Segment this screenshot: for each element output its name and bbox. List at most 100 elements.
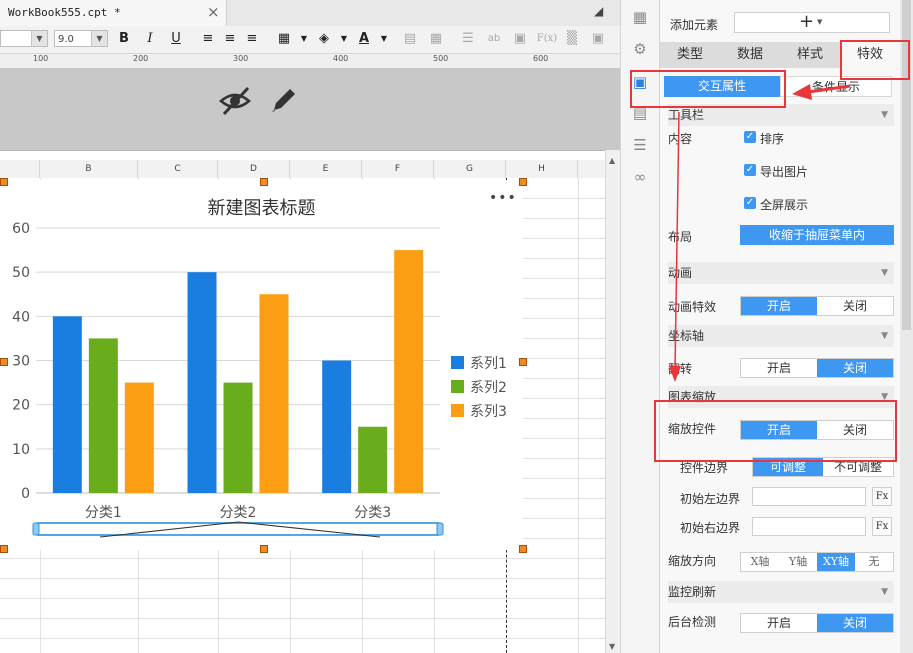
- resize-handle[interactable]: [0, 178, 8, 186]
- bar: [259, 294, 289, 493]
- bar-chart[interactable]: 新建图表标题 ••• 0 10 20 30 40 50 60 分类1 分类2 分类3 系列1 系列…: [0, 180, 523, 550]
- zoom-dir-xy-option[interactable]: XY轴: [817, 553, 855, 571]
- flip-on-option[interactable]: 开启: [741, 359, 817, 377]
- picture-icon[interactable]: ▣: [590, 31, 606, 47]
- align-center-icon[interactable]: ≡: [222, 31, 238, 47]
- resize-handle[interactable]: [0, 358, 8, 366]
- zoom-direction-toggle[interactable]: X轴 Y轴 XY轴 无: [740, 552, 894, 572]
- condition-icon[interactable]: ☰: [631, 136, 649, 154]
- hide-eye-icon[interactable]: [218, 84, 252, 118]
- add-element-button[interactable]: + ▼: [734, 11, 890, 33]
- background-check-toggle[interactable]: 开启 关闭: [740, 613, 894, 633]
- cell-properties-icon[interactable]: ▦: [631, 8, 649, 26]
- close-tab-icon[interactable]: ×: [207, 3, 220, 21]
- table-icon[interactable]: ▦: [428, 31, 444, 47]
- checkbox-fullscreen-label: 全屏展示: [760, 198, 809, 212]
- zoom-dir-y-option[interactable]: Y轴: [779, 553, 817, 571]
- italic-button[interactable]: I: [142, 31, 158, 47]
- init-right-formula-button[interactable]: Fx: [872, 517, 892, 536]
- resize-handle[interactable]: [519, 358, 527, 366]
- animation-on-option[interactable]: 开启: [741, 297, 817, 315]
- bar: [358, 426, 388, 493]
- fill-color-icon[interactable]: ◈: [316, 31, 332, 47]
- formula-icon[interactable]: F(x): [536, 31, 558, 47]
- sheet-vertical-scrollbar[interactable]: ▲ ▼: [605, 150, 621, 653]
- tab-type[interactable]: 类型: [660, 42, 720, 68]
- underline-button[interactable]: U: [168, 31, 184, 47]
- resize-handle[interactable]: [519, 178, 527, 186]
- column-header-cell[interactable]: [0, 160, 40, 178]
- collapse-icon[interactable]: ▼: [881, 581, 888, 603]
- bg-check-off-option[interactable]: 关闭: [817, 614, 893, 632]
- flip-toggle[interactable]: 开启 关闭: [740, 358, 894, 378]
- chevron-down-icon[interactable]: ▼: [376, 31, 392, 47]
- bg-check-on-option[interactable]: 开启: [741, 614, 817, 632]
- ruler-label: 400: [333, 54, 349, 63]
- zoom-slider-track[interactable]: [35, 522, 441, 536]
- resize-handle[interactable]: [260, 545, 268, 553]
- cell-format-icon[interactable]: ⚙: [631, 40, 649, 58]
- scroll-down-icon[interactable]: ▼: [609, 642, 615, 651]
- document-tab-label: WorkBook555.cpt *: [8, 6, 121, 19]
- chart-icon[interactable]: ▒: [564, 31, 580, 47]
- zoom-range-slider[interactable]: [32, 521, 444, 538]
- bold-button[interactable]: B: [116, 31, 132, 47]
- column-header-cell[interactable]: F: [362, 160, 434, 178]
- column-header-cell[interactable]: B: [40, 160, 138, 178]
- section-axis[interactable]: 坐标轴 ▼: [668, 325, 894, 347]
- hyperlink-icon[interactable]: ∞: [631, 168, 649, 186]
- insert-row-icon[interactable]: ☰: [460, 31, 476, 47]
- layout-select[interactable]: 收缩于抽屉菜单内: [740, 225, 894, 245]
- align-right-icon[interactable]: ≡: [244, 31, 260, 47]
- font-family-select[interactable]: ▼: [0, 30, 48, 47]
- column-header-cell[interactable]: D: [218, 160, 290, 178]
- legend-swatch: [451, 356, 464, 369]
- tab-menu-icon[interactable]: ◢: [594, 4, 603, 18]
- section-title: 坐标轴: [668, 329, 705, 343]
- column-header-cell[interactable]: H: [506, 160, 578, 178]
- column-header-cell[interactable]: E: [290, 160, 362, 178]
- text-color-icon[interactable]: A: [356, 31, 372, 47]
- zoom-slider-left-handle[interactable]: [32, 522, 40, 536]
- tab-data[interactable]: 数据: [720, 42, 780, 68]
- zoom-dir-x-option[interactable]: X轴: [741, 553, 779, 571]
- resize-handle[interactable]: [0, 545, 8, 553]
- column-header-cell[interactable]: C: [138, 160, 218, 178]
- section-monitor-refresh[interactable]: 监控刷新 ▼: [668, 581, 894, 603]
- text-element-icon[interactable]: ab: [486, 31, 502, 47]
- scroll-up-icon[interactable]: ▲: [609, 156, 615, 165]
- legend-swatch: [451, 380, 464, 393]
- font-size-select[interactable]: 9.0 ▼: [54, 30, 108, 47]
- resize-handle[interactable]: [260, 178, 268, 186]
- document-tab[interactable]: WorkBook555.cpt * ×: [0, 0, 227, 26]
- flip-off-option[interactable]: 关闭: [817, 359, 893, 377]
- border-icon[interactable]: ▦: [276, 31, 292, 47]
- edit-pencil-icon[interactable]: [268, 84, 300, 116]
- ruler-label: 600: [533, 54, 549, 63]
- checkbox-sort[interactable]: ✓: [744, 131, 756, 143]
- chevron-down-icon[interactable]: ▼: [296, 31, 312, 47]
- chevron-down-icon[interactable]: ▼: [336, 31, 352, 47]
- checkbox-export-image[interactable]: ✓: [744, 164, 756, 176]
- zoom-dir-none-option[interactable]: 无: [855, 553, 893, 571]
- collapse-icon[interactable]: ▼: [881, 262, 888, 284]
- init-left-formula-button[interactable]: Fx: [872, 487, 892, 506]
- collapse-icon[interactable]: ▼: [881, 104, 888, 126]
- collapse-icon[interactable]: ▼: [881, 325, 888, 347]
- horizontal-ruler: 100 200 300 400 500 600: [0, 54, 620, 69]
- ruler-label: 200: [133, 54, 149, 63]
- image-element-icon[interactable]: ▣: [512, 31, 528, 47]
- section-animation[interactable]: 动画 ▼: [668, 262, 894, 284]
- ruler-label: 500: [433, 54, 449, 63]
- init-left-input[interactable]: [752, 487, 866, 506]
- animation-toggle[interactable]: 开启 关闭: [740, 296, 894, 316]
- animation-off-option[interactable]: 关闭: [817, 297, 893, 315]
- align-left-icon[interactable]: ≡: [200, 31, 216, 47]
- column-header-cell[interactable]: G: [434, 160, 506, 178]
- checkbox-fullscreen[interactable]: ✓: [744, 197, 756, 209]
- merge-cells-icon[interactable]: ▤: [402, 31, 418, 47]
- zoom-slider-right-handle[interactable]: [436, 522, 444, 536]
- resize-handle[interactable]: [519, 545, 527, 553]
- tab-style[interactable]: 样式: [780, 42, 840, 68]
- init-right-input[interactable]: [752, 517, 866, 536]
